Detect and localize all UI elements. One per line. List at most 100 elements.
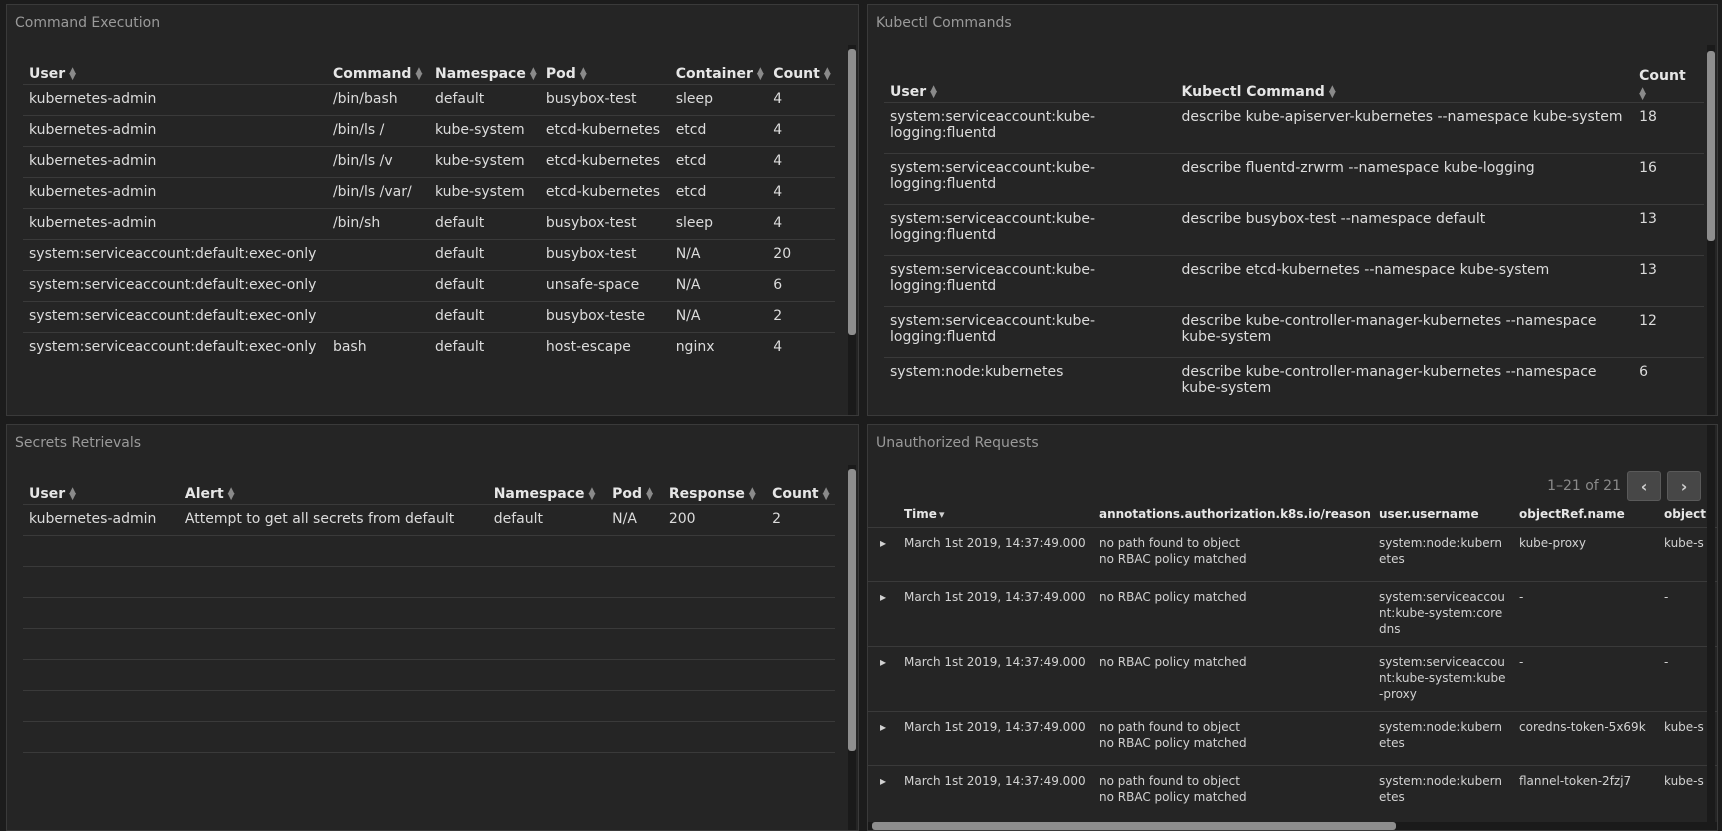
cell-user: system:serviceaccount:kube-logging:fluen… [884,152,1176,204]
scrollbar-thumb[interactable] [848,469,856,751]
chevron-left-icon: ‹ [1640,476,1648,496]
sort-icon: ▲ ▼ [1329,84,1336,99]
vertical-scrollbar[interactable] [848,465,856,830]
table-row: system:serviceaccount:default:exec-only d… [23,238,835,270]
cell-objectref-name: coredns-token-5x69k [1513,711,1658,766]
table-row[interactable]: ▸ March 1st 2019, 14:37:49.000 no path fou… [868,527,1717,582]
column-header-label: Count [773,65,820,82]
header-row: User ▲ ▼ Kubectl Command ▲ ▼ Count ▲ ▼ [884,65,1704,102]
sort-icon: ▲ ▼ [823,486,830,501]
empty-row [23,596,835,628]
table-row: kubernetes-admin Attempt to get all secre… [23,503,835,535]
cell-pod: N/A [606,503,663,535]
sort-desc-icon: ▾ [938,508,945,521]
cell-count: 4 [767,176,835,208]
table-row: kubernetes-admin/bin/ls / kube-system etcd… [23,114,835,146]
expand-row-button[interactable]: ▸ [868,527,898,582]
table-row: system:serviceaccount:kube-logging:fluen… [884,305,1704,357]
table-row[interactable]: ▸ March 1st 2019, 14:37:49.000 no path fou… [868,711,1717,766]
table-row: system:serviceaccount:kube-logging:fluen… [884,152,1704,204]
table-row: system:serviceaccount:kube-logging:fluen… [884,254,1704,306]
cell-count: 6 [1633,356,1704,408]
expand-row-button[interactable]: ▸ [868,581,898,647]
caret-right-icon: ▸ [879,720,887,734]
column-header-label: Container [675,65,753,82]
expand-row-button[interactable]: ▸ [868,646,898,712]
cell-command [326,238,429,270]
table-row[interactable]: ▸ March 1st 2019, 14:37:49.000 no path fou… [868,765,1717,820]
sort-icon: ▲ ▼ [69,66,76,81]
table-row: system:serviceaccount:default:exec-only b… [23,331,835,363]
next-page-button[interactable]: › [1667,471,1701,501]
cell-user: system:serviceaccount:default:exec-only [23,300,327,332]
empty-row [23,720,835,752]
column-header-command[interactable]: Command ▲ ▼ [327,65,429,84]
cell-count: 12 [1633,305,1704,357]
secrets-retrievals-panel: Secrets Retrievals User ▲ ▼ Alert ▲ ▼ Namespac… [6,424,859,831]
column-header-user[interactable]: User ▲ ▼ [884,65,1176,102]
cell-command: /bin/ls /var/ [326,176,429,208]
column-header-label: Kubectl Command [1181,83,1325,100]
column-header-user[interactable]: User ▲ ▼ [23,65,327,84]
cell-kubectl-command: describe kube-controller-manager-kuberne… [1175,305,1634,357]
table-row: system:node:kubernetes describe kube-cont… [884,356,1704,408]
cell-response: 200 [662,503,767,535]
column-header-count[interactable]: Count ▲ ▼ [767,65,835,84]
table-row: kubernetes-admin/bin/ls /v kube-system etc… [23,145,835,177]
cell-container: etcd [669,145,768,177]
column-header-count[interactable]: Count ▲ ▼ [1633,65,1704,102]
cell-count: 16 [1633,152,1704,204]
column-header-label: annotations.authorization.k8s.io/reason [1099,507,1371,521]
prev-page-button[interactable]: ‹ [1627,471,1661,501]
cell-count: 18 [1633,101,1704,153]
cell-user: kubernetes-admin [23,114,327,146]
column-header-kubectl-command[interactable]: Kubectl Command ▲ ▼ [1176,65,1634,102]
cell-time: March 1st 2019, 14:37:49.000 [898,646,1093,712]
scrollbar-thumb[interactable] [1707,51,1715,241]
column-header-user[interactable]: User ▲ ▼ [23,485,179,504]
cell-count: 6 [767,269,835,301]
scrollbar-thumb[interactable] [848,49,856,335]
vertical-scrollbar[interactable] [848,45,856,415]
column-header-namespace[interactable]: Namespace ▲ ▼ [488,485,606,504]
column-header-pod[interactable]: Pod ▲ ▼ [606,485,663,504]
table-row[interactable]: ▸ March 1st 2019, 14:37:49.000 no RBAC pol… [868,646,1717,712]
horizontal-scrollbar[interactable] [868,822,1717,830]
cell-container: N/A [669,269,768,301]
column-header-count[interactable]: Count ▲ ▼ [766,485,835,504]
cell-user-username: system:serviceaccount:kube-system:coredn… [1373,581,1513,647]
cell-annotations-authorization-k8s-io-reason: no path found to object no RBAC policy m… [1093,711,1373,766]
cell-namespace: default [428,331,540,363]
column-header-annotations-authorization-k8s-io-reason[interactable]: annotations.authorization.k8s.io/reason [1093,507,1373,528]
column-header-time[interactable]: Time ▾ [898,507,1093,528]
scrollbar-thumb[interactable] [872,822,1396,830]
cell-container: etcd [669,176,768,208]
cell-alert: Attempt to get all secrets from default [178,503,488,535]
column-header-label: User [29,485,66,502]
command-execution-table: User ▲ ▼ Command ▲ ▼ Namespace ▲ ▼ Pod ▲ ▼ Container… [23,65,835,363]
sort-down-glyph: ▼ [930,89,938,100]
column-header-pod[interactable]: Pod ▲ ▼ [540,65,670,84]
expand-row-button[interactable]: ▸ [868,765,898,820]
column-header-objectref-name[interactable]: objectRef.name [1513,507,1658,528]
empty-row [23,565,835,597]
column-header-container[interactable]: Container ▲ ▼ [670,65,768,84]
cell-kubectl-command: describe etcd-kubernetes --namespace kub… [1175,254,1634,306]
cell-user-username: system:serviceaccount:kube-system:kube-p… [1373,646,1513,712]
caret-right-icon: ▸ [879,774,887,788]
column-header-response[interactable]: Response ▲ ▼ [663,485,766,504]
cell-namespace: default [428,207,540,239]
vertical-scrollbar[interactable] [1707,45,1715,415]
sort-icon: ▲ ▼ [1639,86,1698,101]
header-row: User ▲ ▼ Command ▲ ▼ Namespace ▲ ▼ Pod ▲ ▼ Container… [23,65,835,84]
column-header-label: User [890,83,927,100]
column-header-alert[interactable]: Alert ▲ ▼ [179,485,488,504]
expand-row-button[interactable]: ▸ [868,711,898,766]
kubectl-commands-panel: Kubectl Commands User ▲ ▼ Kubectl Command ▲ ▼… [867,4,1718,416]
column-header-namespace[interactable]: Namespace ▲ ▼ [429,65,540,84]
vertical-scrollbar[interactable] [1707,425,1715,824]
sort-down-glyph: ▼ [227,491,235,502]
cell-count: 4 [767,114,835,146]
column-header-user-username[interactable]: user.username [1373,507,1513,528]
table-row[interactable]: ▸ March 1st 2019, 14:37:49.000 no RBAC pol… [868,581,1717,647]
